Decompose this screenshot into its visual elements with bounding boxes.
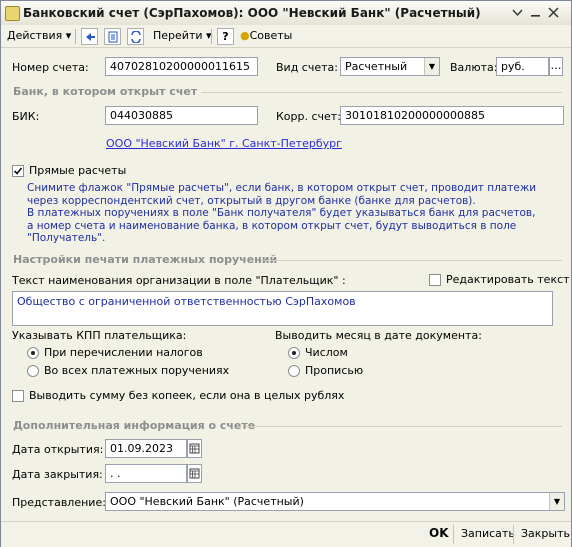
bank-section-title: Банк, в котором открыт счет (13, 85, 198, 98)
chevron-down-icon[interactable]: ▼ (424, 58, 439, 75)
save-button[interactable]: Записать (461, 527, 515, 540)
kpp-all-label: Во всех платежных поручениях (44, 364, 230, 377)
no-kopecks-checkbox[interactable] (12, 390, 24, 402)
help-icon[interactable]: ? (217, 28, 234, 45)
account-type-select[interactable]: Расчетный ▼ (340, 57, 440, 76)
currency-field[interactable]: руб. (496, 57, 549, 76)
close-icon[interactable] (545, 4, 562, 21)
note-line: Снимите флажок "Прямые расчеты", если ба… (27, 182, 537, 194)
footer-divider (513, 525, 514, 544)
currency-label: Валюта: (450, 61, 498, 74)
open-date-field[interactable]: 01.09.2023 (105, 439, 187, 458)
direct-settlements-checkbox[interactable] (12, 165, 24, 177)
window-title: Банковский счет (СэрПахомов): ООО "Невск… (23, 6, 481, 20)
edit-text-label: Редактировать текст (446, 273, 570, 286)
footer-bar: OK Записать Закрыть (1, 521, 571, 547)
print-section-title: Настройки печати платежных поручений (13, 253, 278, 266)
actions-menu[interactable]: Действия ▾ (7, 28, 71, 44)
close-date-label: Дата закрытия: (12, 468, 103, 481)
title-bar: Банковский счет (СэрПахомов): ООО "Невск… (1, 1, 571, 26)
app-icon (5, 6, 20, 21)
bik-field[interactable]: 044030885 (105, 106, 258, 125)
org-name-textarea[interactable]: Общество с ограниченной ответственностью… (12, 291, 553, 326)
kpp-label: Указывать КПП плательщика: (12, 329, 187, 342)
footer-divider (453, 525, 454, 544)
direct-settlements-label: Прямые расчеты (29, 164, 127, 177)
account-number-label: Номер счета: (12, 61, 89, 74)
calendar-icon[interactable] (187, 439, 202, 458)
org-name-label: Текст наименования организации в поле "П… (12, 274, 346, 287)
month-words-radio[interactable] (288, 365, 300, 377)
minimize-icon[interactable] (527, 4, 544, 21)
kpp-taxes-radio[interactable] (27, 347, 39, 359)
kpp-taxes-label: При перечислении налогов (44, 346, 203, 359)
bik-label: БИК: (12, 110, 40, 123)
document-icon[interactable] (104, 28, 121, 45)
calendar-icon[interactable] (187, 464, 202, 483)
note-line: В платежных поручениях в поле "Банк полу… (27, 207, 536, 219)
account-type-label: Вид счета: (276, 61, 338, 74)
bank-account-window: Банковский счет (СэрПахомов): ООО "Невск… (0, 0, 572, 547)
section-divider (201, 92, 562, 93)
direct-settlements-note: Снимите флажок "Прямые расчеты", если ба… (27, 182, 571, 245)
refresh-icon[interactable] (127, 28, 144, 45)
toolbar: Действия ▾ Перейти ▾ ? ●Советы (1, 25, 571, 48)
corr-account-label: Корр. счет: (276, 110, 341, 123)
extra-section-title: Дополнительная информация о счете (13, 419, 256, 432)
go-first-icon[interactable] (81, 28, 98, 45)
month-number-label: Числом (305, 346, 348, 359)
ok-button[interactable]: OK (429, 526, 449, 540)
no-kopecks-label: Выводить сумму без копеек, если она в це… (29, 389, 345, 402)
account-number-field[interactable]: 40702810200000011615 (105, 57, 258, 76)
bank-link[interactable]: ООО "Невский Банк" г. Санкт-Петербург (106, 137, 342, 150)
close-button[interactable]: Закрыть (521, 527, 570, 540)
month-number-radio[interactable] (288, 347, 300, 359)
note-line: а номер счета и наименование банка, в ко… (27, 219, 517, 245)
month-words-label: Прописью (305, 364, 364, 377)
more-icon[interactable]: … (549, 57, 563, 76)
month-label: Выводить месяц в дате документа: (275, 329, 482, 342)
representation-field[interactable]: ООО "Невский Банк" (Расчетный) ▼ (105, 492, 565, 511)
corr-account-field[interactable]: 30101810200000000885 (340, 106, 564, 125)
representation-label: Представление: (12, 496, 106, 509)
settings-icon[interactable] (509, 4, 526, 21)
note-line: через корреспондентский счет, открытый в… (27, 194, 476, 207)
goto-menu[interactable]: Перейти ▾ (153, 28, 212, 44)
edit-text-checkbox[interactable] (429, 274, 441, 286)
kpp-all-radio[interactable] (27, 365, 39, 377)
chevron-down-icon[interactable]: ▼ (549, 493, 564, 510)
toolbar-divider (211, 29, 212, 44)
tips-button[interactable]: ●Советы (240, 28, 292, 44)
section-divider (261, 260, 562, 261)
section-divider (246, 426, 562, 427)
toolbar-divider (75, 29, 76, 44)
open-date-label: Дата открытия: (12, 443, 104, 456)
close-date-field[interactable]: . . (105, 464, 187, 483)
lightbulb-icon: ● (240, 29, 250, 42)
